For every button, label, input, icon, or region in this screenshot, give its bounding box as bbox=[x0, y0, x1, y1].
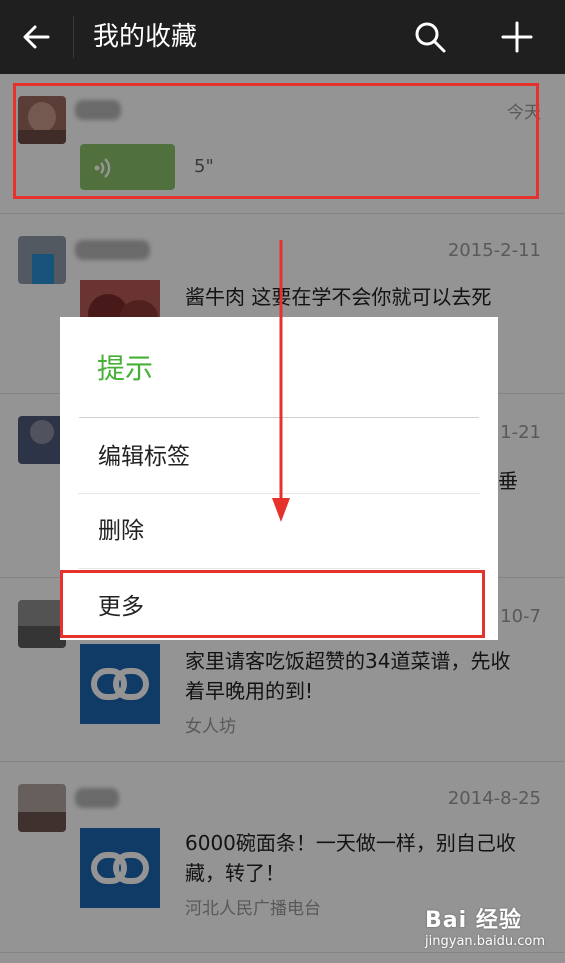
watermark-logo: Bai 经验 bbox=[425, 908, 522, 933]
baidu-jingyan-watermark: Bai 经验 jingyan.baidu.com bbox=[425, 902, 545, 949]
annotation-arrow bbox=[272, 240, 290, 522]
watermark-url: jingyan.baidu.com bbox=[425, 934, 545, 949]
